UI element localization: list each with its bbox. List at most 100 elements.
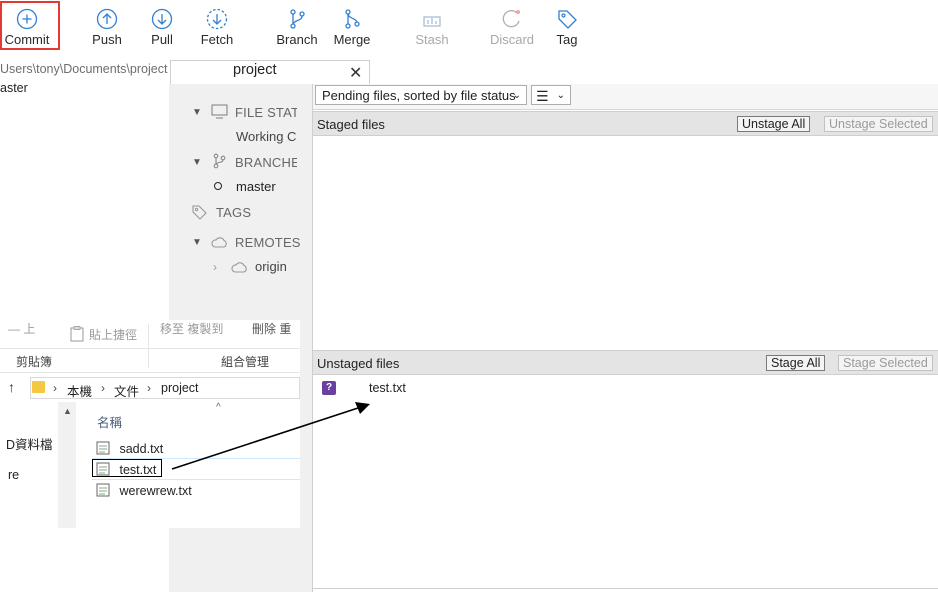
sort-ascending-icon: ^ — [216, 402, 221, 413]
staged-files-list[interactable] — [313, 136, 938, 349]
explorer-file-werewrew[interactable]: werewrew.txt — [96, 483, 192, 498]
pull-label: Pull — [151, 32, 173, 47]
arrow-up-circle-icon — [96, 8, 118, 30]
arrow-down-circle-icon — [151, 8, 173, 30]
unstage-selected-button[interactable]: Unstage Selected — [824, 116, 933, 132]
ribbon-paste-shortcut[interactable]: 貼上捷徑 — [89, 326, 137, 343]
stash-icon — [423, 16, 441, 27]
sidebar-remotes[interactable]: REMOTES — [235, 235, 301, 250]
explorer-file-name: test.txt — [119, 463, 157, 477]
sidebar-file-status[interactable]: FILE STATUS — [235, 105, 297, 120]
monitor-icon — [211, 104, 228, 119]
column-header-name[interactable]: 名稱 — [97, 412, 122, 431]
stash-label: Stash — [415, 32, 449, 47]
unstaged-file-name: test.txt — [369, 381, 406, 395]
folder-icon — [32, 381, 45, 393]
ribbon-faint-text: 移至 複製到 — [160, 322, 224, 336]
breadcrumb-separator: › — [147, 381, 151, 395]
address-bar[interactable]: › 本機 › 文件 › project — [30, 377, 300, 399]
tag-button[interactable]: Tag — [552, 0, 582, 52]
commit-button[interactable]: Commit — [3, 0, 51, 52]
fetch-button[interactable]: Fetch — [196, 0, 238, 52]
nav-scrollbar[interactable] — [58, 402, 76, 528]
sidebar-branches[interactable]: BRANCHES — [235, 155, 297, 170]
question-mark-icon: ? — [322, 381, 336, 395]
cloud-icon — [231, 262, 247, 273]
branch-label: Branch — [276, 32, 318, 47]
explorer-file-name: werewrew.txt — [119, 484, 192, 498]
ribbon-faint-text: 刪除 重 — [252, 322, 292, 336]
discard-label: Discard — [489, 32, 535, 47]
push-label: Push — [92, 32, 122, 47]
staged-files-title: Staged files — [317, 117, 385, 132]
chevron-down-icon[interactable]: ▼ — [192, 237, 202, 248]
merge-label: Merge — [333, 32, 371, 47]
repo-path: Users\tony\Documents\project — [0, 62, 168, 76]
cloud-icon — [211, 237, 227, 248]
sidebar-item-master[interactable]: master — [236, 179, 276, 194]
unstaged-files-list[interactable] — [313, 375, 938, 589]
unstage-all-button[interactable]: Unstage All — [737, 116, 811, 132]
sort-dropdown-label: Pending files, sorted by file status — [322, 88, 516, 103]
sidebar-item-working-copy[interactable]: Working Copy — [236, 129, 297, 144]
text-file-icon — [96, 462, 110, 476]
branch-button[interactable]: Branch — [274, 0, 320, 52]
ribbon-group-organize: 組合管理 — [221, 355, 270, 369]
tag-label: Tag — [556, 32, 578, 47]
nav-item-re[interactable]: re — [8, 468, 19, 482]
breadcrumb-documents[interactable]: 文件 — [114, 381, 139, 400]
up-arrow-icon[interactable]: ↑ — [8, 379, 15, 395]
tag-icon — [558, 10, 577, 29]
breadcrumb-separator: › — [53, 381, 57, 395]
sort-dropdown[interactable]: Pending files, sorted by file status ⌄ — [315, 85, 527, 105]
unstaged-files-header: Unstaged files Stage All Stage Selected — [313, 350, 938, 375]
chevron-down-icon: ⌄ — [556, 90, 565, 101]
merge-icon — [345, 9, 360, 29]
branch-icon — [213, 153, 226, 169]
chevron-down-icon[interactable]: ▼ — [192, 157, 202, 168]
sidebar-item-origin[interactable]: origin — [255, 259, 287, 274]
ribbon-faint-text: — 上 — [8, 322, 36, 336]
close-icon[interactable]: ✕ — [349, 63, 362, 83]
chevron-down-icon: ⌄ — [512, 90, 521, 101]
scroll-up-icon[interactable]: ▲ — [63, 406, 72, 416]
stash-button[interactable]: Stash — [411, 0, 453, 52]
stage-all-button[interactable]: Stage All — [766, 355, 826, 371]
tag-icon — [192, 205, 207, 220]
push-button[interactable]: Push — [86, 0, 128, 52]
text-file-icon — [96, 441, 110, 455]
explorer-window: — 上 貼上捷徑 移至 複製到 刪除 重 剪貼簿 組合管理 ↑ › 本機 › 文… — [0, 320, 300, 528]
filter-bar: Pending files, sorted by file status ⌄ ☰… — [313, 84, 938, 110]
explorer-file-name: sadd.txt — [119, 442, 164, 456]
chevron-down-icon[interactable]: ▼ — [192, 107, 202, 118]
discard-button[interactable]: Discard — [488, 0, 536, 52]
staged-files-header: Staged files Unstage All Unstage Selecte… — [313, 111, 938, 136]
nav-item-data-folder[interactable]: D資料檔 — [6, 434, 53, 453]
discard-icon — [502, 10, 520, 28]
text-file-icon — [96, 483, 110, 497]
explorer-file-sadd[interactable]: sadd.txt — [96, 441, 163, 456]
breadcrumb-this-pc[interactable]: 本機 — [67, 381, 92, 400]
dashed-arrow-down-circle-icon — [206, 8, 228, 30]
branch-icon — [290, 9, 305, 29]
explorer-file-test[interactable]: test.txt — [96, 462, 156, 477]
pull-button[interactable]: Pull — [142, 0, 182, 52]
merge-button[interactable]: Merge — [330, 0, 374, 52]
commit-label: Commit — [4, 32, 50, 47]
ribbon-group-clipboard: 剪貼簿 — [16, 355, 53, 369]
unstaged-files-title: Unstaged files — [317, 356, 400, 371]
fetch-label: Fetch — [200, 32, 234, 47]
list-view-icon: ☰ — [536, 88, 549, 104]
view-mode-dropdown[interactable]: ☰ ⌄ — [531, 85, 571, 105]
sidebar-tags[interactable]: TAGS — [216, 205, 251, 220]
unstaged-file-row[interactable]: ? test.txt — [313, 377, 938, 399]
breadcrumb-project[interactable]: project — [161, 381, 199, 395]
current-branch-indicator-icon — [214, 182, 222, 190]
breadcrumb-separator: › — [101, 381, 105, 395]
tab-title: project — [233, 62, 277, 78]
plus-circle-icon — [16, 8, 38, 30]
current-branch-label: aster — [0, 81, 28, 95]
tab-project[interactable]: project ✕ — [170, 60, 370, 85]
stage-selected-button[interactable]: Stage Selected — [838, 355, 933, 371]
chevron-right-icon[interactable]: › — [213, 260, 217, 274]
